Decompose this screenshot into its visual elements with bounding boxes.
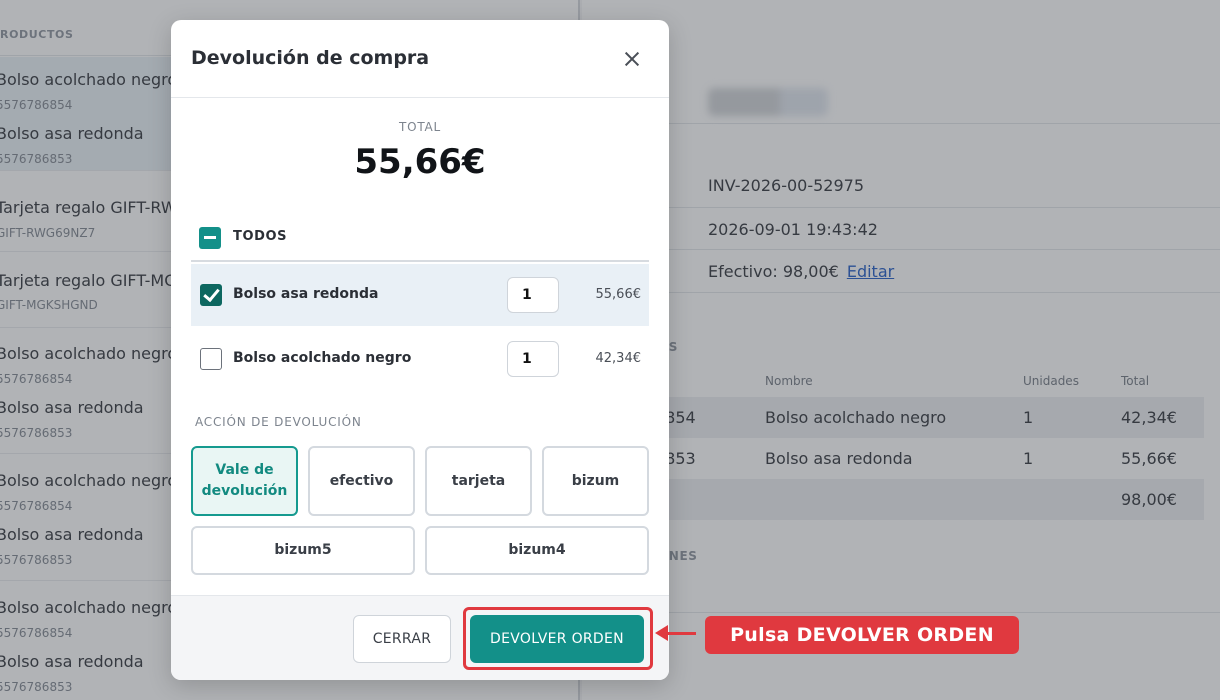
instruction-callout: Pulsa DEVOLVER ORDEN xyxy=(705,616,1019,654)
product-name: Bolso acolchado negro xyxy=(233,350,412,366)
product-name: Bolso asa redonda xyxy=(233,286,379,302)
product-price: 42,34€ xyxy=(595,351,642,366)
close-button[interactable]: CERRAR xyxy=(353,615,451,663)
product-checkbox[interactable] xyxy=(200,348,222,370)
total-label: TOTAL xyxy=(398,120,442,134)
return-dialog: Devolución de compra TOTAL 55,66€ TODOS … xyxy=(171,20,669,680)
action-bizum-button[interactable]: bizum xyxy=(542,446,649,516)
arrow-left-icon xyxy=(655,625,668,641)
select-all-checkbox[interactable] xyxy=(199,227,221,249)
highlight-box xyxy=(463,607,653,670)
return-product-row[interactable]: Bolso asa redonda 1 55,66€ xyxy=(191,264,649,326)
quantity-input[interactable]: 1 xyxy=(507,341,559,377)
product-checkbox[interactable] xyxy=(200,284,222,306)
dialog-header: Devolución de compra xyxy=(171,20,669,98)
select-all-label: TODOS xyxy=(233,229,288,244)
action-bizum4-button[interactable]: bizum4 xyxy=(425,526,649,575)
quantity-input[interactable]: 1 xyxy=(507,277,559,313)
action-bizum5-button[interactable]: bizum5 xyxy=(191,526,415,575)
action-cash-button[interactable]: efectivo xyxy=(308,446,415,516)
dialog-title: Devolución de compra xyxy=(191,47,430,69)
select-all-row[interactable]: TODOS xyxy=(191,216,649,262)
total-value: 55,66€ xyxy=(354,142,486,182)
action-card-button[interactable]: tarjeta xyxy=(425,446,532,516)
action-voucher-button[interactable]: Vale de devolución xyxy=(191,446,298,516)
arrow-line xyxy=(666,632,696,635)
product-price: 55,66€ xyxy=(595,287,642,302)
return-action-label: ACCIÓN DE DEVOLUCIÓN xyxy=(195,415,362,429)
return-product-row[interactable]: Bolso acolchado negro 1 42,34€ xyxy=(191,328,649,390)
close-icon[interactable] xyxy=(621,48,643,70)
